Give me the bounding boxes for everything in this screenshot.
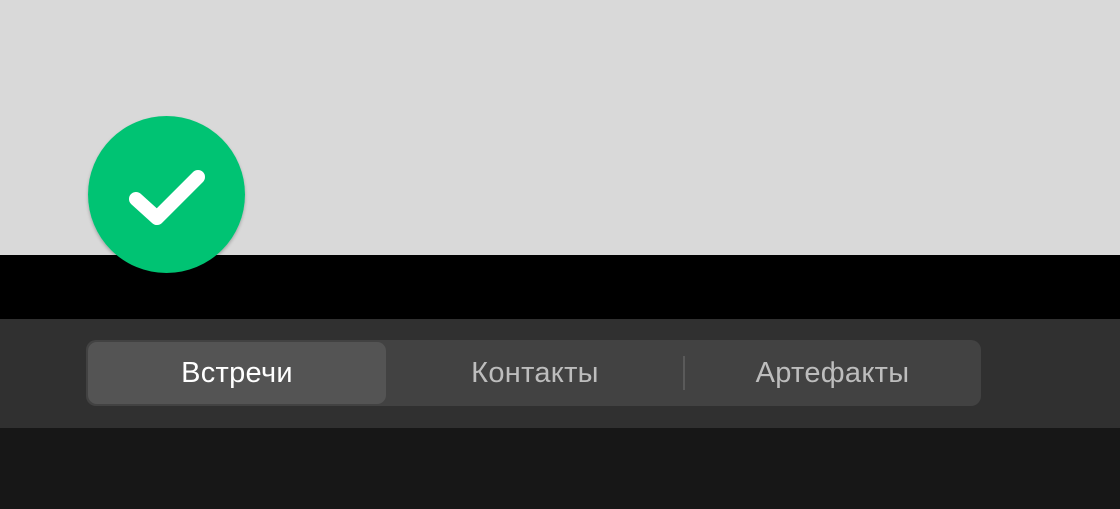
tab-label: Контакты: [471, 356, 599, 389]
success-badge: [88, 116, 245, 273]
tab-contacts[interactable]: Контакты: [386, 340, 684, 406]
segmented-control: Встречи Контакты Артефакты: [86, 340, 981, 406]
tab-meetings[interactable]: Встречи: [88, 342, 386, 404]
tab-label: Артефакты: [755, 356, 910, 389]
tab-label: Встречи: [181, 356, 293, 389]
tab-artifacts[interactable]: Артефакты: [684, 340, 981, 406]
checkmark-icon: [88, 116, 245, 273]
bottom-area: [0, 428, 1120, 509]
